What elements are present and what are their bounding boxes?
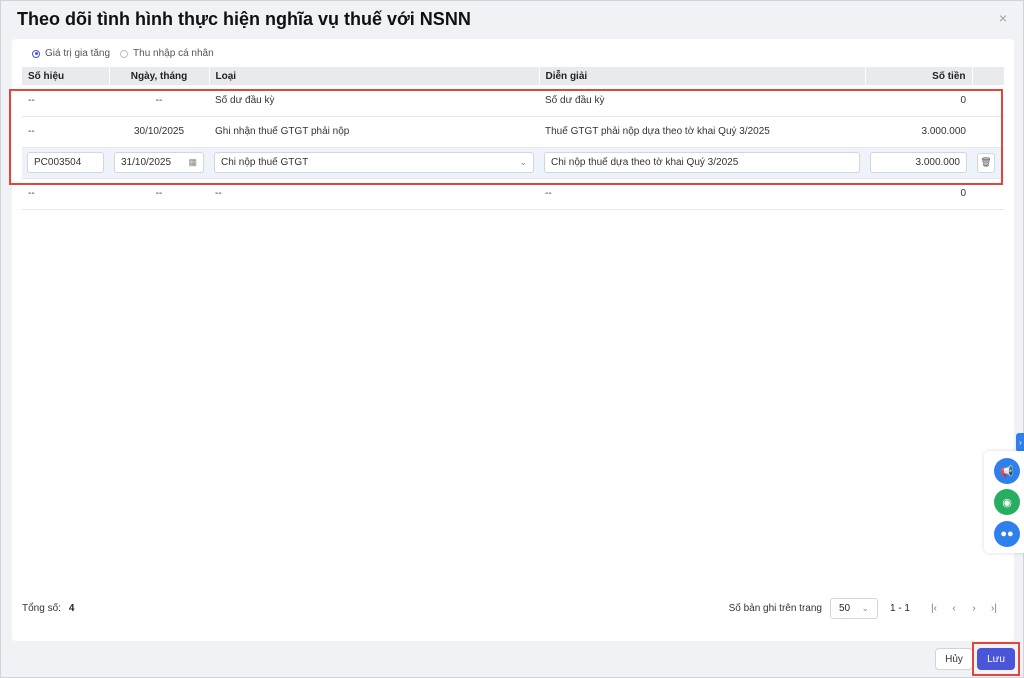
per-page-select[interactable]: 50 ⌄ (829, 597, 878, 619)
radio-tncn[interactable]: Thu nhập cá nhân (120, 48, 214, 59)
table-header-row: Số hiệu Ngày, tháng Loại Diễn giải Số ti… (22, 67, 1005, 85)
chevron-right-icon: › (1019, 438, 1022, 447)
col-header-actions (972, 67, 1005, 85)
radio-unselected-icon (120, 49, 129, 58)
first-page-icon[interactable]: |‹ (924, 603, 944, 614)
dialog: Theo dõi tình hình thực hiện nghĩa vụ th… (0, 0, 1024, 678)
total-value: 4 (68, 602, 75, 614)
side-widget-panel: 📢 ◉ ●● (984, 451, 1024, 553)
radio-selected-icon (32, 49, 40, 58)
radio-label: Giá trị gia tăng (45, 48, 111, 59)
next-page-icon[interactable]: › (964, 603, 984, 614)
side-panel-toggle[interactable]: › (1016, 433, 1024, 452)
megaphone-icon[interactable]: 📢 (994, 458, 1020, 484)
cancel-button[interactable]: Hủy (935, 648, 973, 670)
highlight-box-save (972, 642, 1020, 676)
col-header-loai: Loại (209, 67, 540, 85)
chat-icon[interactable]: ◉ (994, 489, 1020, 515)
total-label: Tổng số: (22, 602, 61, 614)
robot-icon[interactable]: ●● (994, 521, 1020, 547)
close-icon[interactable]: × (999, 10, 1007, 26)
table-footer: Tổng số: 4 Số bản ghi trên trang 50 ⌄ 1 … (22, 597, 1004, 619)
radio-label: Thu nhập cá nhân (133, 48, 214, 59)
col-header-so-hieu: Số hiệu (22, 67, 110, 85)
chevron-down-icon: ⌄ (861, 602, 869, 613)
prev-page-icon[interactable]: ‹ (944, 603, 964, 614)
col-header-dien-giai: Diễn giải (539, 67, 866, 85)
highlight-box-rows (9, 89, 1003, 185)
radio-gtgt[interactable]: Giá trị gia tăng (32, 48, 110, 59)
tax-type-radio-group: Giá trị gia tăng Thu nhập cá nhân (32, 48, 214, 59)
per-page-value: 50 (838, 602, 851, 614)
page-range: 1 - 1 (889, 602, 910, 614)
per-page-label: Số bản ghi trên trang (728, 602, 822, 614)
col-header-so-tien: Số tiền (865, 67, 973, 85)
col-header-ngay-thang: Ngày, tháng (109, 67, 210, 85)
last-page-icon[interactable]: ›| (984, 603, 1004, 614)
dialog-title: Theo dõi tình hình thực hiện nghĩa vụ th… (17, 9, 471, 29)
